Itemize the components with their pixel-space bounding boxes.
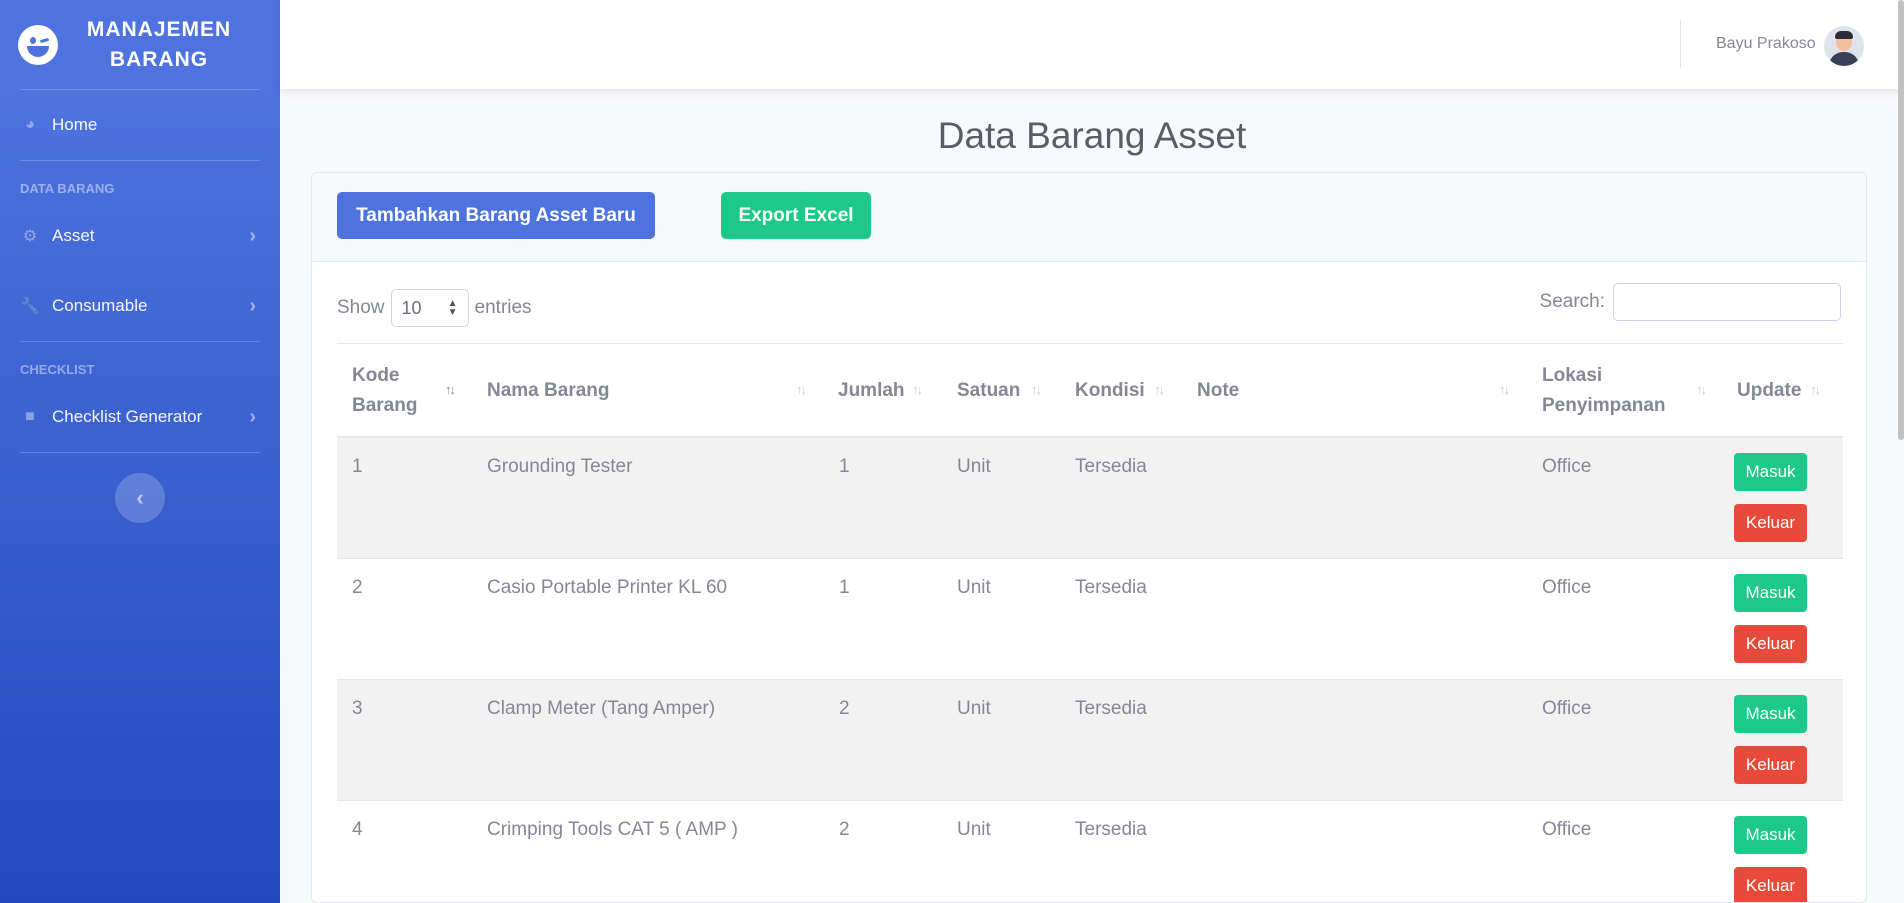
cell-kondisi: Tersedia [1075,456,1147,477]
cell-jumlah: 1 [839,577,850,598]
sort-icon: ↑↓ [912,382,923,397]
cell-lokasi: Office [1542,577,1592,598]
search-group: Search: [1540,283,1841,321]
chevron-left-icon: ‹ [136,485,144,510]
masuk-button[interactable]: Masuk [1734,695,1807,733]
cell-nama: Crimping Tools CAT 5 ( AMP ) [487,819,738,840]
cell-lokasi: Office [1542,456,1592,477]
sidebar-item-consumable[interactable]: 🔧 Consumable › [0,271,280,341]
masuk-button[interactable]: Masuk [1734,453,1807,491]
cell-kondisi: Tersedia [1075,577,1147,598]
column-header-lokasi[interactable]: Lokasi Penyimpanan [1542,344,1682,438]
search-input[interactable] [1613,283,1841,321]
chevron-right-icon: › [249,405,256,428]
sidebar-heading: DATA BARANG [20,181,115,196]
data-card: Tambahkan Barang Asset Baru Export Excel… [311,172,1867,903]
cell-satuan: Unit [957,698,991,719]
topbar: Bayu Prakoso [280,0,1904,89]
cell-nama: Clamp Meter (Tang Amper) [487,698,716,719]
sort-icon: ↑↓ [1696,382,1707,397]
sidebar-item-label: Asset [52,226,95,245]
card-header: Tambahkan Barang Asset Baru Export Excel [312,173,1866,262]
masuk-button[interactable]: Masuk [1734,574,1807,612]
sidebar: MANAJEMEN BARANG ◕ Home DATA BARANG ⚙ As… [0,0,280,903]
chevron-right-icon: › [249,294,256,317]
search-label: Search: [1539,291,1605,312]
export-excel-button[interactable]: Export Excel [721,192,871,239]
entries-label: entries [474,297,532,318]
keluar-button[interactable]: Keluar [1734,504,1807,542]
cell-kode: 3 [352,698,363,719]
add-asset-button[interactable]: Tambahkan Barang Asset Baru [337,192,655,239]
sidebar-item-checklist-generator[interactable]: ■ Checklist Generator › [0,382,280,452]
column-header-satuan[interactable]: Satuan [957,344,1020,438]
table-row: 1 Grounding Tester 1 Unit Tersedia Offic… [337,438,1843,559]
cell-satuan: Unit [957,577,991,598]
asset-table: Kode Barang ↑↓ Nama Barang ↑↓ Jumlah ↑↓ … [337,343,1843,902]
column-header-kondisi[interactable]: Kondisi [1075,344,1145,438]
cell-lokasi: Office [1542,698,1592,719]
column-header-update[interactable]: Update [1737,344,1801,438]
gear-icon: ⚙ [22,228,38,245]
sort-icon: ↑↓ [1154,382,1165,397]
cell-kondisi: Tersedia [1075,819,1147,840]
table-row: 4 Crimping Tools CAT 5 ( AMP ) 2 Unit Te… [337,801,1843,902]
cell-nama: Grounding Tester [487,456,633,477]
cell-nama: Casio Portable Printer KL 60 [487,577,728,598]
brand-text: MANAJEMEN BARANG [86,17,232,71]
chevron-right-icon: › [249,224,256,247]
folder-icon: ■ [25,408,35,425]
cell-kode: 1 [352,456,363,477]
sort-icon: ↑↓ [1499,382,1510,397]
keluar-button[interactable]: Keluar [1734,625,1807,663]
sidebar-item-label: Consumable [52,296,148,315]
masuk-button[interactable]: Masuk [1734,816,1807,854]
wrench-icon: 🔧 [20,298,40,315]
show-label: Show [337,297,385,318]
cell-satuan: Unit [957,819,991,840]
cell-satuan: Unit [957,456,991,477]
topbar-divider [1680,20,1681,68]
sidebar-item-home[interactable]: ◕ Home [0,90,280,160]
select-arrows-icon: ▲ ▼ [447,298,458,318]
page-title: Data Barang Asset [937,115,1247,156]
sidebar-toggle-button[interactable]: ‹ [115,473,165,523]
scrollbar[interactable] [1898,0,1904,440]
column-header-jumlah[interactable]: Jumlah [838,344,905,438]
avatar[interactable] [1824,26,1864,66]
cell-jumlah: 2 [839,819,850,840]
keluar-button[interactable]: Keluar [1734,867,1807,902]
sidebar-divider [20,452,260,453]
table-row: 3 Clamp Meter (Tang Amper) 2 Unit Tersed… [337,680,1843,801]
entries-value: 10 [401,297,422,318]
sidebar-item-label: Home [52,115,98,134]
cell-kondisi: Tersedia [1075,698,1147,719]
cell-jumlah: 1 [839,456,850,477]
table-controls: Show 10 ▲ ▼ entries Search: [337,283,1841,327]
table-header: Kode Barang ↑↓ Nama Barang ↑↓ Jumlah ↑↓ … [337,344,1843,438]
column-header-note[interactable]: Note [1197,344,1239,438]
cell-lokasi: Office [1542,819,1592,840]
dashboard-icon: ◕ [25,116,35,133]
sort-icon: ↑↓ [445,382,456,397]
wink-face-icon [18,24,58,65]
sort-icon: ↑↓ [796,382,807,397]
column-header-nama[interactable]: Nama Barang [487,344,610,438]
user-name[interactable]: Bayu Prakoso [1716,35,1816,53]
cell-kode: 2 [352,577,363,598]
sidebar-heading: CHECKLIST [20,362,95,377]
sidebar-item-asset[interactable]: ⚙ Asset › [0,201,280,271]
table-row: 2 Casio Portable Printer KL 60 1 Unit Te… [337,559,1843,680]
sort-icon: ↑↓ [1031,382,1042,397]
column-header-kode[interactable]: Kode Barang [352,344,422,438]
sort-icon: ↑↓ [1810,382,1821,397]
cell-kode: 4 [352,819,363,840]
keluar-button[interactable]: Keluar [1734,746,1807,784]
sidebar-item-label: Checklist Generator [52,407,203,426]
entries-select[interactable]: 10 ▲ ▼ [390,289,469,327]
cell-jumlah: 2 [839,698,850,719]
entries-length: Show 10 ▲ ▼ entries [337,289,532,327]
brand[interactable]: MANAJEMEN BARANG [0,0,280,89]
